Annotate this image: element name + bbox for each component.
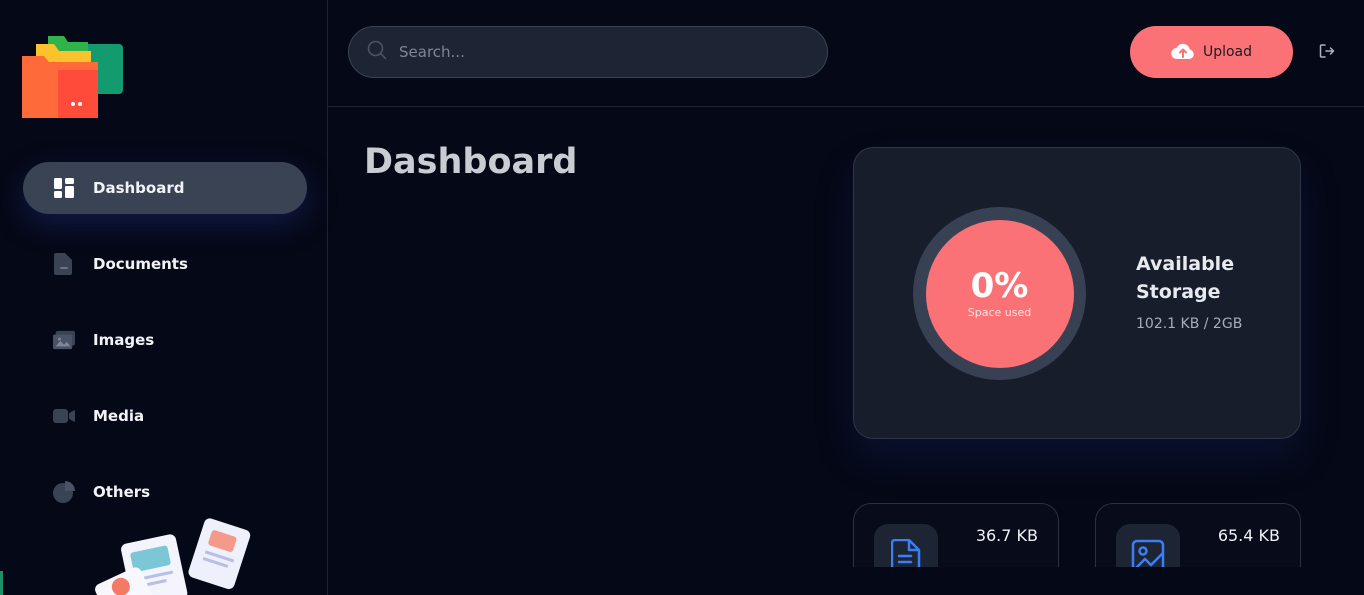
storage-percent: 0% <box>970 266 1029 306</box>
documents-icon <box>53 253 75 275</box>
sidebar-item-dashboard[interactable]: Dashboard <box>23 162 307 214</box>
upload-button[interactable]: Upload <box>1130 26 1293 78</box>
cloud-upload-icon <box>1171 42 1195 63</box>
search-bar <box>348 26 828 78</box>
app-logo[interactable] <box>22 32 126 122</box>
scroll-clip <box>853 567 1313 595</box>
storage-usage-text: 102.1 KB / 2GB <box>1136 316 1243 332</box>
summary-size: 65.4 KB <box>1217 526 1280 545</box>
sidebar-item-label: Documents <box>93 255 188 273</box>
dashboard-icon <box>53 177 75 199</box>
others-icon <box>53 481 75 503</box>
summary-size: 36.7 KB <box>975 526 1038 545</box>
page-title: Dashboard <box>364 142 578 182</box>
files-illustration <box>90 515 260 595</box>
sidebar-item-label: Others <box>93 483 151 501</box>
sidebar-item-documents[interactable]: Documents <box>23 238 307 290</box>
sidebar: Dashboard Documents Images Media Others <box>0 0 328 595</box>
sidebar-item-images[interactable]: Images <box>23 314 307 366</box>
sidebar-nav: Dashboard Documents Images Media Others <box>23 162 307 542</box>
top-header: Upload <box>328 0 1364 107</box>
sidebar-item-media[interactable]: Media <box>23 390 307 442</box>
storage-usage-ring: 0% Space used <box>913 207 1086 380</box>
media-icon <box>53 405 75 427</box>
sidebar-item-label: Images <box>93 331 155 349</box>
sidebar-accent <box>0 571 3 595</box>
search-input[interactable] <box>399 43 799 61</box>
storage-percent-caption: Space used <box>967 306 1032 319</box>
sidebar-item-label: Dashboard <box>93 179 185 197</box>
images-icon <box>53 329 75 351</box>
logout-icon[interactable] <box>1318 42 1336 60</box>
sidebar-item-others[interactable]: Others <box>23 466 307 518</box>
storage-title: Available Storage <box>1136 253 1235 303</box>
sidebar-item-label: Media <box>93 407 145 425</box>
search-icon <box>367 40 387 64</box>
app-root: Dashboard Documents Images Media Others … <box>0 0 1364 595</box>
upload-label: Upload <box>1202 44 1253 60</box>
storage-usage-circle: 0% Space used <box>925 219 1074 368</box>
storage-card: 0% Space used Available Storage 102.1 KB… <box>853 147 1301 439</box>
